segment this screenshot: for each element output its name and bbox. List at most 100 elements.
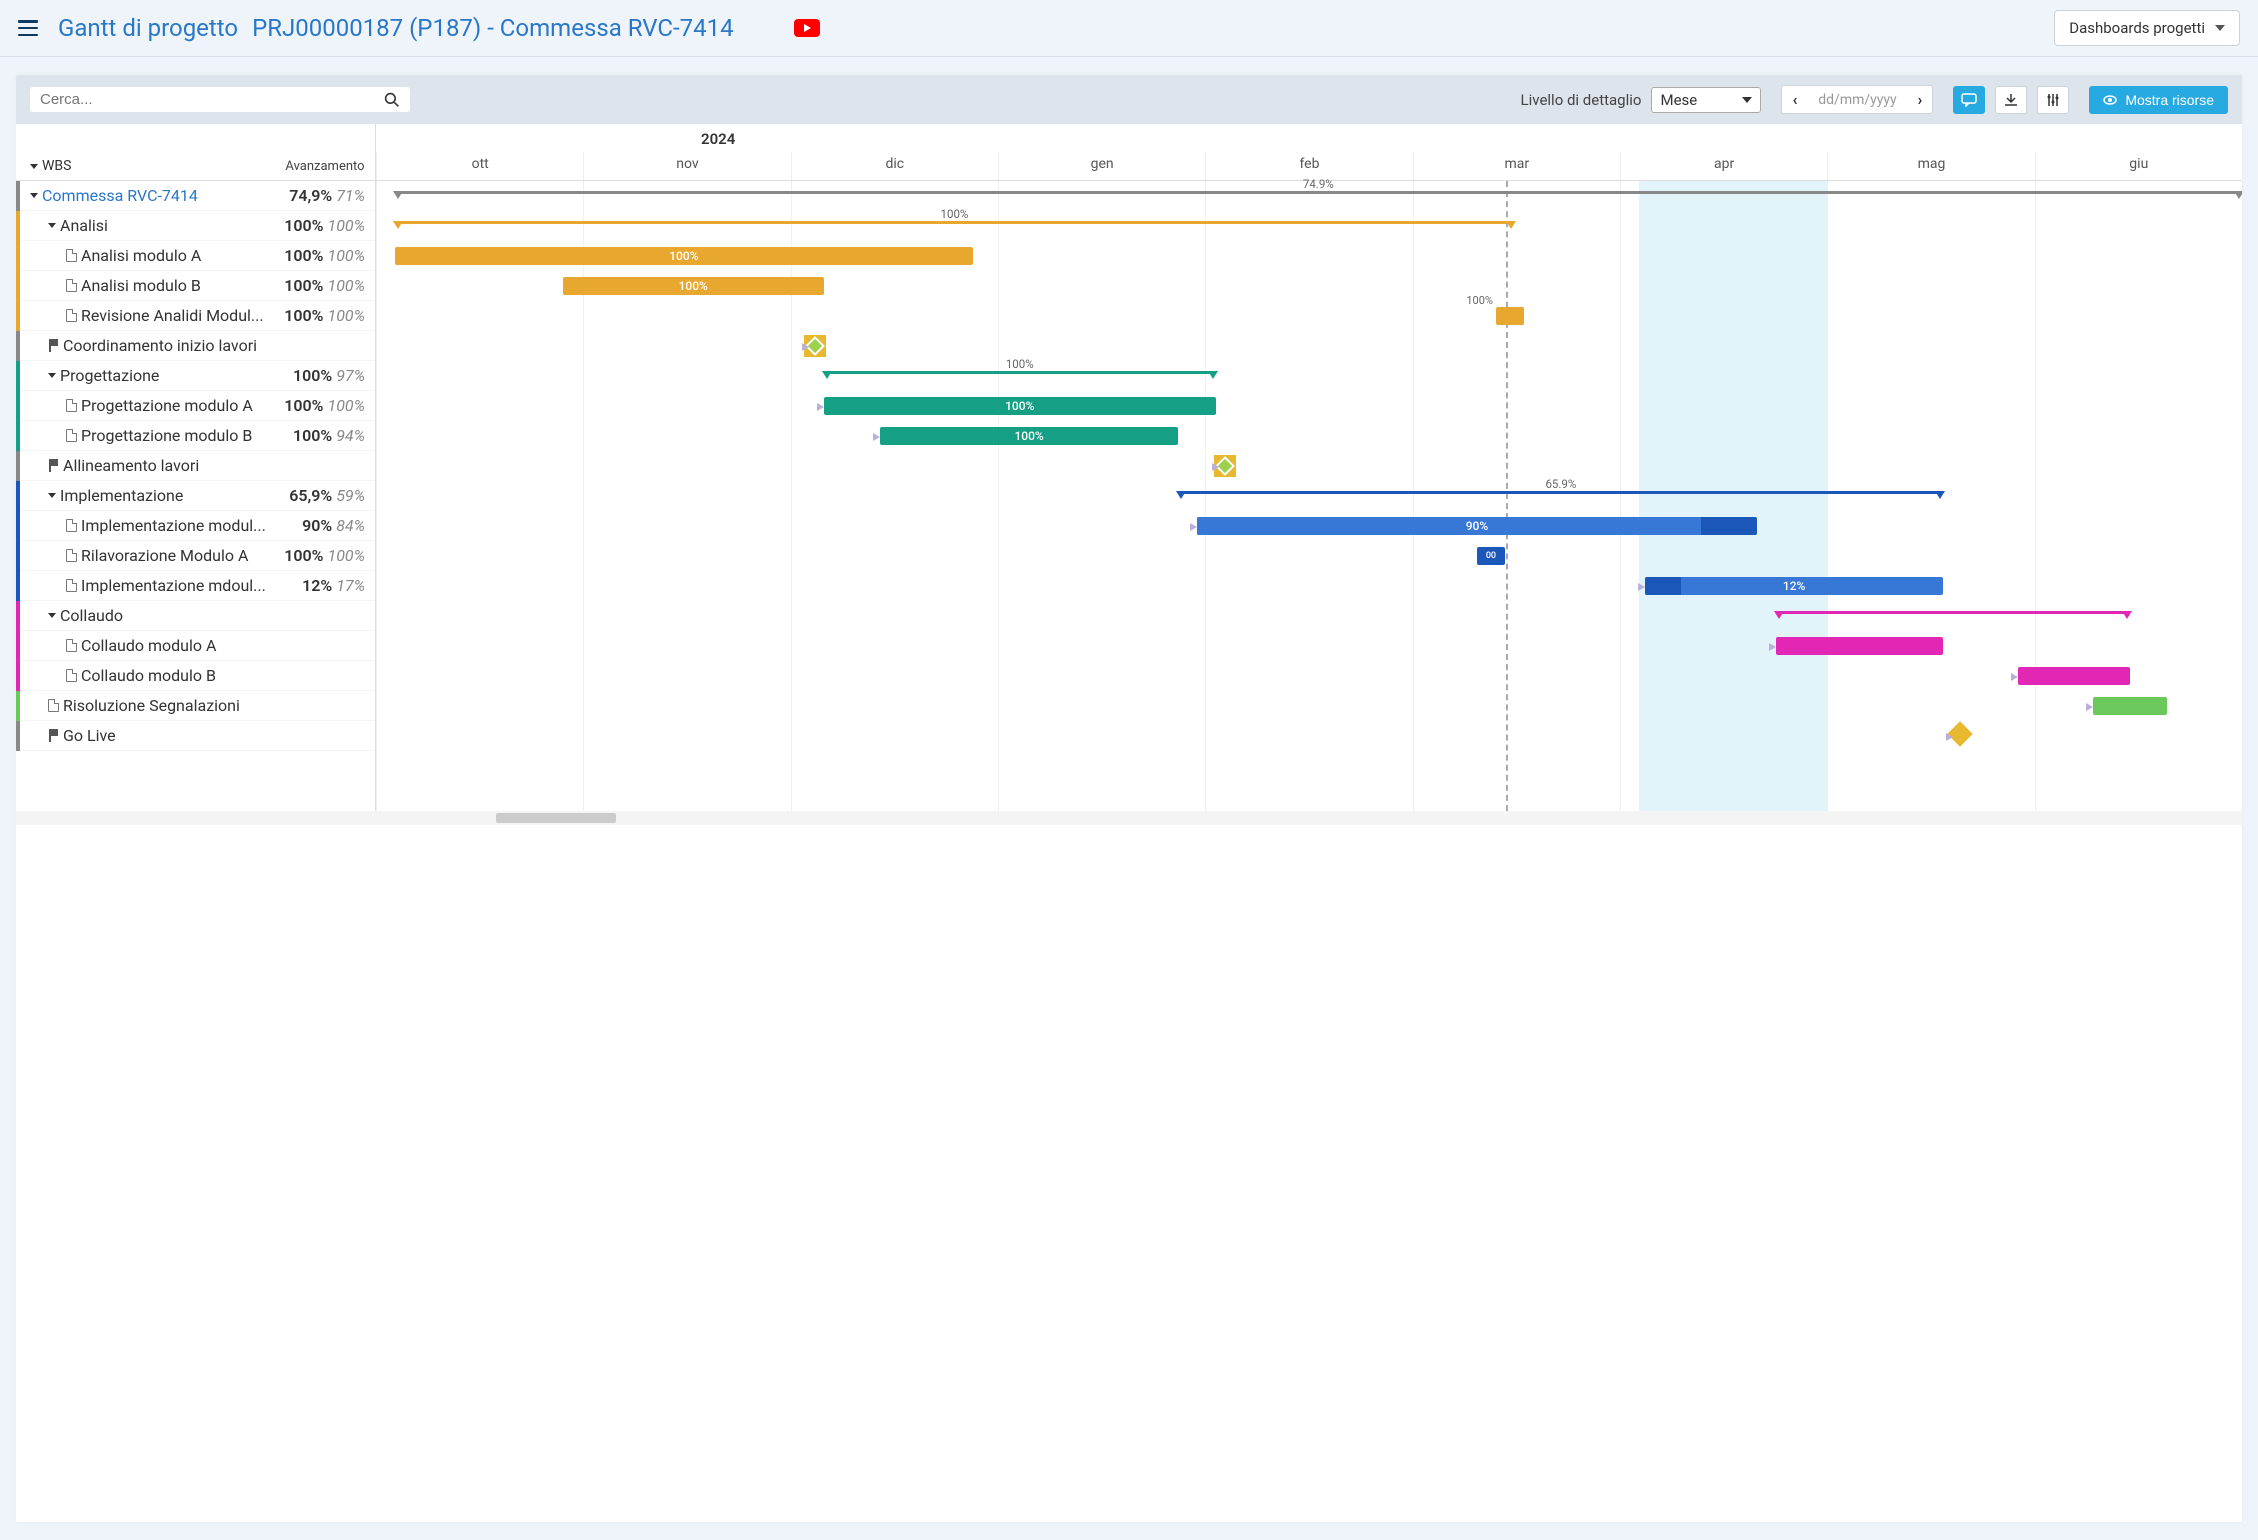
gantt-summary-bar[interactable]: 65.9% bbox=[1178, 491, 1943, 494]
flag-icon bbox=[48, 729, 59, 742]
month-header: mar bbox=[1413, 152, 1620, 180]
task-icon bbox=[66, 399, 77, 412]
gantt-task-bar[interactable] bbox=[2018, 667, 2130, 685]
flag-icon bbox=[48, 339, 59, 352]
eye-icon bbox=[2103, 95, 2117, 105]
collapse-icon bbox=[30, 164, 38, 169]
gantt-summary-bar[interactable]: 100% bbox=[824, 371, 1216, 374]
dashboards-label: Dashboards progetti bbox=[2069, 19, 2205, 37]
wbs-row-name[interactable]: Allineamento lavori bbox=[16, 456, 275, 475]
wbs-row-name[interactable]: Go Live bbox=[16, 726, 275, 745]
date-input[interactable]: dd/mm/yyyy bbox=[1807, 92, 1907, 108]
month-header: dic bbox=[791, 152, 998, 180]
gantt-task-bar[interactable]: 00 bbox=[1477, 547, 1505, 565]
progress-cell: 100%97% bbox=[275, 366, 375, 385]
expand-icon[interactable] bbox=[48, 223, 56, 228]
dashboards-dropdown[interactable]: Dashboards progetti bbox=[2054, 10, 2240, 46]
wbs-row-name[interactable]: Rilavorazione Modulo A bbox=[16, 546, 275, 565]
task-icon bbox=[48, 699, 59, 712]
month-header: ott bbox=[376, 152, 583, 180]
month-header: feb bbox=[1205, 152, 1412, 180]
wbs-row-name[interactable]: Risoluzione Segnalazioni bbox=[16, 696, 275, 715]
task-icon bbox=[66, 669, 77, 682]
progress-cell: 100%100% bbox=[275, 396, 375, 415]
wbs-row-name[interactable]: Collaudo bbox=[16, 606, 275, 625]
search-icon bbox=[384, 92, 400, 108]
progress-cell: 12%17% bbox=[275, 576, 375, 595]
task-icon bbox=[66, 309, 77, 322]
wbs-row-name[interactable]: Coordinamento inizio lavori bbox=[16, 336, 275, 355]
month-header: nov bbox=[583, 152, 790, 180]
project-title[interactable]: PRJ00000187 (P187) - Commessa RVC-7414 bbox=[252, 14, 734, 42]
menu-icon[interactable] bbox=[18, 20, 38, 36]
settings-button[interactable] bbox=[2037, 86, 2069, 114]
wbs-row-name[interactable]: Collaudo modulo A bbox=[16, 636, 275, 655]
task-icon bbox=[66, 639, 77, 652]
wbs-row-name[interactable]: Collaudo modulo B bbox=[16, 666, 275, 685]
gantt-task-bar[interactable] bbox=[1496, 307, 1524, 325]
youtube-icon[interactable] bbox=[794, 19, 820, 37]
export-button[interactable] bbox=[1995, 86, 2027, 114]
scroll-thumb[interactable] bbox=[496, 813, 616, 823]
expand-icon[interactable] bbox=[30, 193, 38, 198]
progress-cell: 65,9%59% bbox=[275, 486, 375, 505]
task-icon bbox=[66, 279, 77, 292]
gantt-task-bar[interactable]: 90% bbox=[1197, 517, 1757, 535]
wbs-row-name[interactable]: Progettazione bbox=[16, 366, 275, 385]
app-header: Gantt di progetto PRJ00000187 (P187) - C… bbox=[0, 0, 2258, 57]
month-header: apr bbox=[1620, 152, 1827, 180]
detail-level-select[interactable]: Mese bbox=[1651, 87, 1761, 113]
wbs-row-name[interactable]: Implementazione bbox=[16, 486, 275, 505]
gantt-task-bar[interactable] bbox=[2093, 697, 2168, 715]
gantt-task-bar[interactable]: 12% bbox=[1645, 577, 1944, 595]
wbs-row-name[interactable]: Analisi modulo A bbox=[16, 246, 275, 265]
progress-cell: 100%94% bbox=[275, 426, 375, 445]
task-icon bbox=[66, 519, 77, 532]
task-icon bbox=[66, 249, 77, 262]
progress-cell: 100%100% bbox=[275, 246, 375, 265]
progress-cell: 90%84% bbox=[275, 516, 375, 535]
wbs-row-name[interactable]: Progettazione modulo B bbox=[16, 426, 275, 445]
month-header: gen bbox=[998, 152, 1205, 180]
chevron-down-icon bbox=[2215, 25, 2225, 31]
gantt-summary-bar[interactable]: 74.9% bbox=[395, 191, 2242, 194]
show-resources-button[interactable]: Mostra risorse bbox=[2089, 86, 2228, 114]
progress-column-header[interactable]: Avanzamento bbox=[275, 159, 375, 174]
gantt-summary-bar[interactable] bbox=[1776, 611, 2131, 614]
wbs-row-name[interactable]: Analisi bbox=[16, 216, 275, 235]
gantt-task-bar[interactable]: 100% bbox=[563, 277, 824, 295]
current-month-band bbox=[1639, 181, 1828, 811]
wbs-row-name[interactable]: Commessa RVC-7414 bbox=[16, 186, 275, 205]
detail-level-label: Livello di dettaglio bbox=[1521, 91, 1642, 109]
month-header: giu bbox=[2035, 152, 2242, 180]
wbs-column-header[interactable]: WBS bbox=[16, 158, 275, 174]
date-prev-icon[interactable]: ‹ bbox=[1792, 90, 1797, 109]
page-title: Gantt di progetto bbox=[58, 14, 238, 42]
progress-cell: 100%100% bbox=[275, 216, 375, 235]
gantt-summary-bar[interactable]: 100% bbox=[395, 221, 1515, 224]
date-navigator[interactable]: ‹ dd/mm/yyyy › bbox=[1781, 85, 1933, 114]
gantt-task-bar[interactable] bbox=[1776, 637, 1944, 655]
gantt-task-bar[interactable]: 100% bbox=[824, 397, 1216, 415]
expand-icon[interactable] bbox=[48, 493, 56, 498]
gantt-task-bar[interactable]: 100% bbox=[395, 247, 973, 265]
toolbar: Livello di dettaglio Mese ‹ dd/mm/yyyy ›… bbox=[16, 75, 2242, 124]
search-input-wrap[interactable] bbox=[30, 87, 410, 112]
progress-cell: 100%100% bbox=[275, 306, 375, 325]
comments-toggle[interactable] bbox=[1953, 86, 1985, 114]
wbs-row-name[interactable]: Analisi modulo B bbox=[16, 276, 275, 295]
month-header: mag bbox=[1827, 152, 2034, 180]
wbs-row-name[interactable]: Progettazione modulo A bbox=[16, 396, 275, 415]
wbs-row-name[interactable]: Revisione Analidi Modul... bbox=[16, 306, 275, 325]
search-input[interactable] bbox=[40, 91, 384, 108]
gantt-task-bar[interactable]: 100% bbox=[880, 427, 1179, 445]
expand-icon[interactable] bbox=[48, 373, 56, 378]
task-icon bbox=[66, 579, 77, 592]
horizontal-scrollbar[interactable] bbox=[16, 811, 2242, 825]
wbs-row-name[interactable]: Implementazione mdoul... bbox=[16, 576, 275, 595]
task-icon bbox=[66, 549, 77, 562]
expand-icon[interactable] bbox=[48, 613, 56, 618]
wbs-row-name[interactable]: Implementazione modul... bbox=[16, 516, 275, 535]
date-next-icon[interactable]: › bbox=[1917, 90, 1922, 109]
today-line bbox=[1506, 181, 1508, 811]
